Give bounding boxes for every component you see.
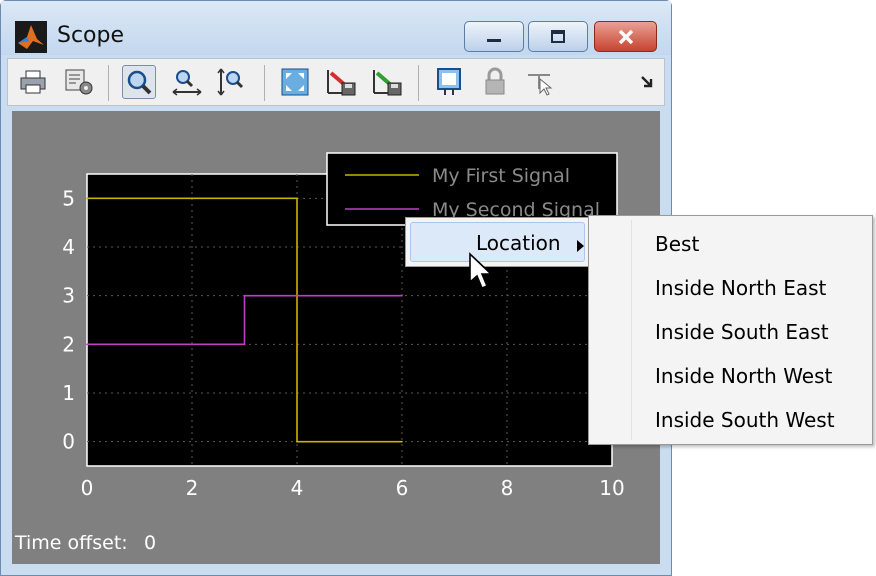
menu-item-location[interactable]: Location (410, 222, 585, 262)
matlab-logo-icon (15, 21, 47, 53)
series-1-point (296, 197, 298, 200)
series-2-point (86, 343, 88, 346)
print-button[interactable] (16, 65, 50, 99)
y-tick-label: 2 (62, 332, 75, 356)
signal-selection-button[interactable] (524, 65, 558, 99)
y-tick-label: 5 (62, 186, 75, 210)
maximize-button[interactable] (528, 21, 588, 52)
y-tick-label: 3 (62, 284, 75, 308)
submenu-arrow-icon (577, 240, 584, 252)
time-offset-label: Time offset: (15, 532, 128, 554)
restore-axes-settings-button[interactable] (370, 65, 404, 99)
series-1-point (86, 197, 88, 200)
x-tick-label: 10 (599, 476, 624, 500)
zoom-x-icon (172, 70, 202, 96)
y-tick-label: 0 (62, 430, 75, 454)
dock-arrow-icon (641, 76, 653, 88)
location-submenu: Best Inside North East Inside South East… (588, 215, 873, 445)
maximize-icon (551, 29, 565, 43)
title-bar[interactable]: Scope (1, 1, 671, 55)
series-2-point (243, 343, 246, 346)
zoom-button[interactable] (122, 65, 156, 99)
dock-button[interactable] (630, 65, 664, 99)
scope-plot[interactable]: 0 2 4 6 8 10012345My First SignalMy Second Si… (12, 111, 660, 564)
time-offset-value: 0 (144, 532, 157, 554)
lock-axes-button[interactable] (478, 65, 512, 99)
y-tick-label: 1 (62, 381, 75, 405)
menu-gutter (631, 220, 632, 440)
series-2-point (243, 294, 246, 297)
floating-scope-button[interactable] (432, 65, 466, 99)
toolbar-separator (108, 65, 109, 101)
minimize-icon (487, 38, 501, 42)
x-tick-label: 6 (396, 476, 409, 500)
close-icon (618, 29, 633, 44)
parameters-button[interactable] (62, 65, 96, 99)
toolbar-separator (264, 65, 265, 101)
legend-context-menu: Location (405, 217, 590, 267)
x-tick-label: 4 (291, 476, 304, 500)
print-icon (20, 70, 46, 94)
submenu-item-inside-north-east[interactable]: Inside North East (655, 276, 826, 300)
toolbar-separator (418, 65, 419, 101)
autoscale-button[interactable] (278, 65, 312, 99)
signal-selection-icon (528, 74, 553, 96)
series-1-point (401, 440, 403, 443)
y-tick-label: 4 (62, 235, 75, 259)
window-title: Scope (57, 23, 125, 48)
mouse-cursor-icon (469, 252, 493, 290)
close-button[interactable] (594, 21, 657, 52)
zoom-y-icon (217, 68, 244, 96)
toolbar (7, 58, 665, 106)
floating-scope-icon (437, 68, 461, 95)
save-axes-settings-icon (327, 70, 356, 96)
save-axes-settings-button[interactable] (324, 65, 358, 99)
submenu-item-inside-south-west[interactable]: Inside South West (655, 408, 835, 432)
x-tick-label: 2 (186, 476, 199, 500)
scope-display: 0 2 4 6 8 10 0 1 2 3 4 5 My First Signal My Second Si… (12, 111, 660, 564)
scope-window: Scope 0 2 4 6 8 10 0 1 2 3 4 5 My First … (0, 0, 672, 576)
x-tick-label: 0 (81, 476, 94, 500)
lock-icon (485, 67, 505, 95)
zoom-y-button[interactable] (214, 65, 248, 99)
restore-axes-settings-icon (373, 70, 402, 96)
zoom-icon (127, 70, 152, 95)
series-2-point (401, 294, 403, 297)
zoom-x-button[interactable] (170, 65, 204, 99)
submenu-item-best[interactable]: Best (655, 232, 699, 256)
minimize-button[interactable] (464, 21, 524, 52)
autoscale-icon (281, 68, 309, 96)
parameters-icon (65, 69, 93, 95)
submenu-item-inside-north-west[interactable]: Inside North West (655, 364, 832, 388)
legend-entry-1: My First Signal (432, 165, 570, 187)
series-1-point (296, 440, 298, 443)
submenu-item-inside-south-east[interactable]: Inside South East (655, 320, 829, 344)
x-tick-label: 8 (501, 476, 514, 500)
